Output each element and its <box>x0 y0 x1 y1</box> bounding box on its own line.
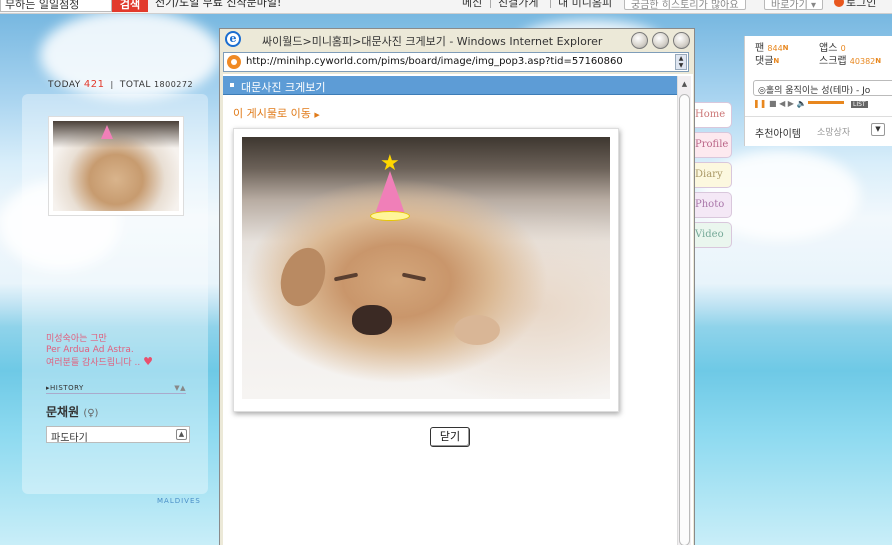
my-minihompy-link[interactable]: 내 미니홈피 <box>558 0 612 10</box>
heart-icon: ♥ <box>143 355 153 368</box>
playlist-button[interactable]: LIST <box>850 101 868 108</box>
messenger-link[interactable]: 메신 <box>462 0 482 10</box>
prev-icon[interactable]: ◀ <box>779 99 785 108</box>
ie-icon: e <box>225 31 241 47</box>
friend-shop-link[interactable]: 친결가게 <box>498 0 538 10</box>
vertical-scrollbar[interactable]: ▲ <box>677 76 691 545</box>
next-icon[interactable]: ▶ <box>788 99 794 108</box>
volume-slider[interactable] <box>808 101 845 104</box>
tab-profile[interactable]: Profile <box>694 132 732 158</box>
title-bar[interactable]: e 싸이월드>미니홈피>대문사진 크게보기 - Windows Internet… <box>220 29 694 51</box>
bullet-icon <box>230 83 234 87</box>
tab-diary[interactable]: Diary <box>694 162 732 188</box>
scroll-thumb[interactable] <box>679 94 690 545</box>
comment-label: 댓글 <box>755 56 774 67</box>
bgm-player: ❚❚ ■ ◀ ▶ 🔈 LIST <box>753 99 892 111</box>
pause-icon[interactable]: ❚❚ <box>753 99 766 108</box>
history-label: HISTORY <box>50 384 84 392</box>
chevron-down-icon[interactable]: ▼ <box>871 123 885 136</box>
wave-select[interactable]: 파도타기 ▲ <box>46 426 190 444</box>
new-badge: N <box>773 57 780 65</box>
site-icon <box>227 55 241 69</box>
login-label: 로그인 <box>846 0 877 9</box>
shortcut-button[interactable]: 바로가기 ▾ <box>764 0 823 11</box>
scrap-count[interactable]: 40382 <box>850 57 875 66</box>
top-bar: 무하는 일일점정 검색 전기/도일 무료 신작문마일! 메신 친결가게 내 미니… <box>0 0 892 14</box>
owner-gender: (♀) <box>83 408 99 419</box>
search-input[interactable]: 무하는 일일점정 <box>0 0 112 12</box>
tab-photo[interactable]: Photo <box>694 192 732 218</box>
tab-video[interactable]: Video <box>694 222 732 248</box>
intro-line: Per Ardua Ad Astra. <box>46 345 134 355</box>
bgm-title[interactable]: ◎홀의 움직이는 성(테마) - Jo <box>753 80 892 96</box>
photo-detail <box>401 272 427 282</box>
history-toggle[interactable]: ▸HISTORY ▼▲ <box>46 384 186 394</box>
today-label: TODAY <box>48 80 81 90</box>
popup-header-title: 대문사진 크게보기 <box>241 81 326 94</box>
chevron-up-icon: ▲ <box>176 429 187 440</box>
expand-arrows-icon[interactable]: ▼▲ <box>174 384 186 392</box>
popup-header: 대문사진 크게보기 <box>223 76 677 95</box>
fan-count[interactable]: 844 <box>767 44 782 53</box>
popup-content: 대문사진 크게보기 ▲ 이 게시물로 이동 ▶ ★ 닫기 <box>223 74 693 545</box>
skin-label: MALDIVES <box>157 497 201 505</box>
close-button[interactable]: 닫기 <box>430 427 470 447</box>
login-button[interactable]: 로그인 <box>834 0 876 10</box>
right-widget: 팬 844N 댓글N 앱스 0 스크랩 40382N ◎홀의 움직이는 성(테마… <box>744 36 892 146</box>
profile-photo[interactable] <box>48 116 184 216</box>
scroll-up-icon[interactable]: ▲ <box>679 76 690 92</box>
photo-detail <box>273 241 333 313</box>
party-hat-decoration: ★ <box>370 153 410 221</box>
apps-label: 앱스 <box>819 43 838 54</box>
minimize-button[interactable] <box>631 32 648 49</box>
profile-image <box>53 121 179 211</box>
stop-icon[interactable]: ■ <box>769 99 777 108</box>
fan-label: 팬 <box>755 43 765 54</box>
tab-home[interactable]: Home <box>694 102 732 128</box>
close-window-button[interactable] <box>673 32 690 49</box>
profile-intro: 미성숙아는 그만 Per Ardua Ad Astra. 여러분들 감사드립니다… <box>46 334 153 369</box>
window-title: 싸이월드>미니홈피>대문사진 크게보기 - Windows Internet E… <box>262 35 603 48</box>
address-bar[interactable]: http://minihp.cyworld.com/pims/board/ima… <box>223 52 689 72</box>
popup-window: e 싸이월드>미니홈피>대문사진 크게보기 - Windows Internet… <box>219 28 695 545</box>
stats-panel: 팬 844N 댓글N 앱스 0 스크랩 40382N <box>755 42 881 68</box>
goto-post-link[interactable]: 이 게시물로 이동 ▶ <box>233 105 320 121</box>
wave-select-value: 파도타기 <box>51 433 88 444</box>
new-badge: N <box>875 57 882 65</box>
url-text[interactable]: http://minihp.cyworld.com/pims/board/ima… <box>246 56 623 67</box>
photo-detail <box>454 315 500 345</box>
total-count: 1800272 <box>153 80 194 89</box>
owner-name: 문채원 (♀) <box>46 405 99 419</box>
arrow-right-icon: ▶ <box>314 111 320 119</box>
star-icon: ★ <box>380 151 400 176</box>
apps-count[interactable]: 0 <box>841 44 846 53</box>
maximize-button[interactable] <box>652 32 669 49</box>
divider <box>550 0 551 8</box>
today-count: 421 <box>83 79 105 90</box>
scrap-label: 스크랩 <box>819 56 847 67</box>
search-button[interactable]: 검색 <box>112 0 148 12</box>
recommend-panel: 추천아이템 소망상자 ▼ <box>745 116 892 146</box>
photo-detail <box>352 305 392 335</box>
total-label: TOTAL <box>119 80 151 90</box>
volume-icon[interactable]: 🔈 <box>796 99 806 108</box>
visitor-counter: TODAY 421 | TOTAL 1800272 <box>48 79 194 90</box>
photo-detail <box>333 272 359 282</box>
intro-line: 여러분들 감사드립니다 .. ♥ <box>46 355 153 368</box>
main-photo-frame: ★ <box>233 128 619 412</box>
new-badge: N <box>782 44 789 52</box>
promo-link[interactable]: 전기/도일 무료 신작문마일! <box>155 0 281 10</box>
divider <box>490 0 491 8</box>
recommend-sub[interactable]: 소망상자 <box>817 125 850 138</box>
address-scroll-icon[interactable]: ▲ ▼ <box>675 54 687 70</box>
history-story-button[interactable]: 궁금한 히스토리가 많아요 <box>624 0 746 11</box>
intro-line: 미성숙아는 그만 <box>46 334 107 344</box>
recommend-label[interactable]: 추천아이템 <box>755 125 801 140</box>
login-icon <box>834 0 844 7</box>
main-photo: ★ <box>242 137 610 399</box>
